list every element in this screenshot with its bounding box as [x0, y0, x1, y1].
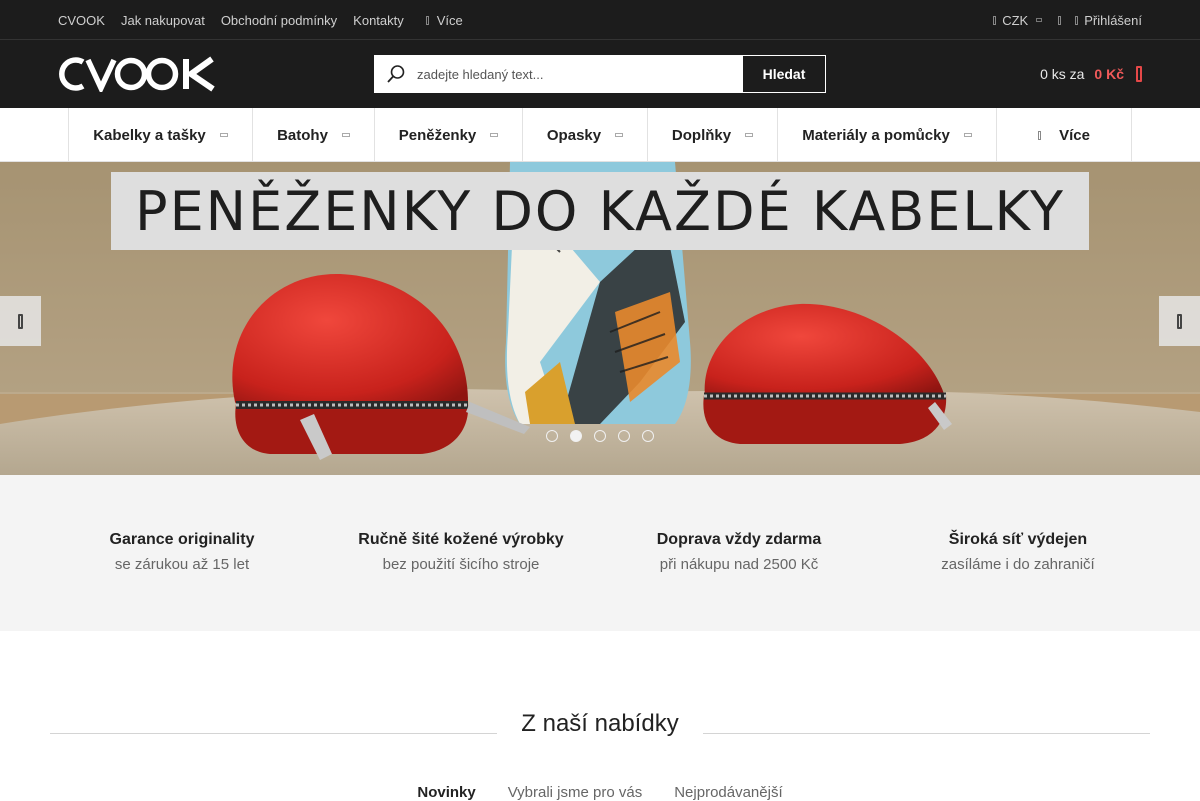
benefits-strip: Garance originality se zárukou až 15 let… — [0, 475, 1200, 631]
nav-label: Doplňky — [671, 126, 732, 144]
nav-item-kabelky-a-tasky[interactable]: Kabelky a tašky — [69, 108, 253, 162]
hero-slider: PENĚŽENKY DO KAŽDÉ KABELKY — [0, 162, 1200, 475]
benefit-item: Doprava vždy zdarma při nákupu nad 2500 … — [589, 531, 889, 573]
nav-label: Materiály a pomůcky — [802, 126, 950, 144]
benefit-title: Garance originality — [109, 531, 255, 548]
currency-label: CZK — [1002, 12, 1029, 28]
chevron-down-icon — [219, 133, 228, 137]
cart-count: 0 ks za — [1040, 66, 1085, 82]
top-link-obchodni-podminky[interactable]: Obchodní podmínky — [221, 13, 337, 28]
search-button[interactable]: Hledat — [741, 56, 825, 92]
benefit-title: Doprava vždy zdarma — [656, 531, 822, 548]
top-right-tools: CZK Přihlášení — [993, 0, 1142, 40]
slider-banner[interactable]: PENĚŽENKY DO KAŽDÉ KABELKY — [111, 172, 1089, 250]
slider-prev-button[interactable] — [0, 296, 41, 346]
product-tabs: Novinky Vybrali jsme pro vás Nejprodávan… — [0, 784, 1200, 801]
header: Hledat 0 ks za 0 Kč — [0, 40, 1200, 108]
chevron-down-icon — [615, 133, 624, 137]
benefit-subtitle: bez použití šicího stroje — [382, 556, 540, 573]
nav-label: Více — [1059, 126, 1090, 144]
nav-label: Peněženky — [398, 126, 477, 144]
login-link[interactable]: Přihlášení — [1075, 13, 1142, 28]
top-more-label: Více — [436, 12, 463, 28]
benefit-subtitle: se zárukou až 15 let — [114, 556, 250, 573]
nav-item-materialy-a-pomucky[interactable]: Materiály a pomůcky — [778, 108, 997, 162]
currency-icon — [993, 15, 997, 25]
nav-item-doplnky[interactable]: Doplňky — [648, 108, 778, 162]
cvook-logo[interactable] — [57, 56, 217, 92]
cart-icon — [1136, 66, 1142, 82]
chevron-down-icon — [963, 133, 972, 137]
currency-selector[interactable]: CZK — [993, 12, 1043, 28]
search-input[interactable] — [417, 56, 741, 92]
tab-nejprodavanejsi[interactable]: Nejprodávanější — [674, 784, 782, 801]
chevron-down-icon — [490, 133, 499, 137]
benefit-item: Široká síť výdejen zasíláme i do zahrani… — [868, 531, 1168, 573]
slider-dot[interactable] — [642, 430, 654, 442]
cart-summary[interactable]: 0 ks za 0 Kč — [1040, 40, 1142, 108]
top-link-jak-nakupovat[interactable]: Jak nakupovat — [121, 13, 205, 28]
chevron-down-icon — [341, 133, 350, 137]
nav-item-penezenky[interactable]: Peněženky — [375, 108, 523, 162]
top-link-kontakty[interactable]: Kontakty — [353, 13, 404, 28]
benefit-subtitle: při nákupu nad 2500 Kč — [659, 556, 819, 573]
cart-price: 0 Kč — [1094, 66, 1124, 82]
slider-next-button[interactable] — [1159, 296, 1200, 346]
search-bar: Hledat — [374, 55, 826, 93]
menu-icon — [425, 15, 429, 25]
login-label: Přihlášení — [1084, 12, 1142, 28]
benefit-subtitle: zasíláme i do zahraničí — [941, 556, 1095, 573]
nav-item-more[interactable]: Více — [997, 108, 1132, 162]
benefit-title: Široká síť výdejen — [948, 531, 1088, 548]
search-icon — [375, 56, 417, 92]
top-link-cvook[interactable]: CVOOK — [58, 13, 105, 28]
nav-label: Kabelky a tašky — [93, 126, 206, 144]
nav-label: Batohy — [277, 126, 328, 144]
top-bar: CVOOK Jak nakupovat Obchodní podmínky Ko… — [0, 0, 1200, 40]
chevron-down-icon — [745, 133, 754, 137]
chevron-left-icon — [18, 313, 23, 329]
slider-dot[interactable] — [594, 430, 606, 442]
slider-dots — [546, 430, 654, 442]
tab-novinky[interactable]: Novinky — [417, 784, 475, 801]
menu-icon — [1038, 130, 1042, 140]
chevron-down-icon — [1036, 18, 1043, 22]
benefit-item: Garance originality se zárukou až 15 let — [32, 531, 332, 573]
tab-vybrali-jsme-pro-vas[interactable]: Vybrali jsme pro vás — [508, 784, 643, 801]
nav-label: Opasky — [546, 126, 602, 144]
top-nav: CVOOK Jak nakupovat Obchodní podmínky Ko… — [58, 0, 463, 40]
chevron-right-icon — [1177, 313, 1182, 329]
benefit-title: Ručně šité kožené výrobky — [358, 531, 564, 548]
section-title: Z naší nabídky — [521, 710, 679, 737]
user-icon — [1075, 15, 1079, 25]
compare-icon[interactable] — [1058, 15, 1062, 25]
main-nav: Kabelky a tašky Batohy Peněženky Opasky … — [0, 108, 1200, 162]
nav-item-opasky[interactable]: Opasky — [523, 108, 648, 162]
slider-dot[interactable] — [546, 430, 558, 442]
slider-dot[interactable] — [618, 430, 630, 442]
top-more-menu[interactable]: Více — [425, 12, 463, 28]
nav-item-batohy[interactable]: Batohy — [253, 108, 375, 162]
benefit-item: Ručně šité kožené výrobky bez použití ši… — [311, 531, 611, 573]
slider-dot-active[interactable] — [570, 430, 582, 442]
